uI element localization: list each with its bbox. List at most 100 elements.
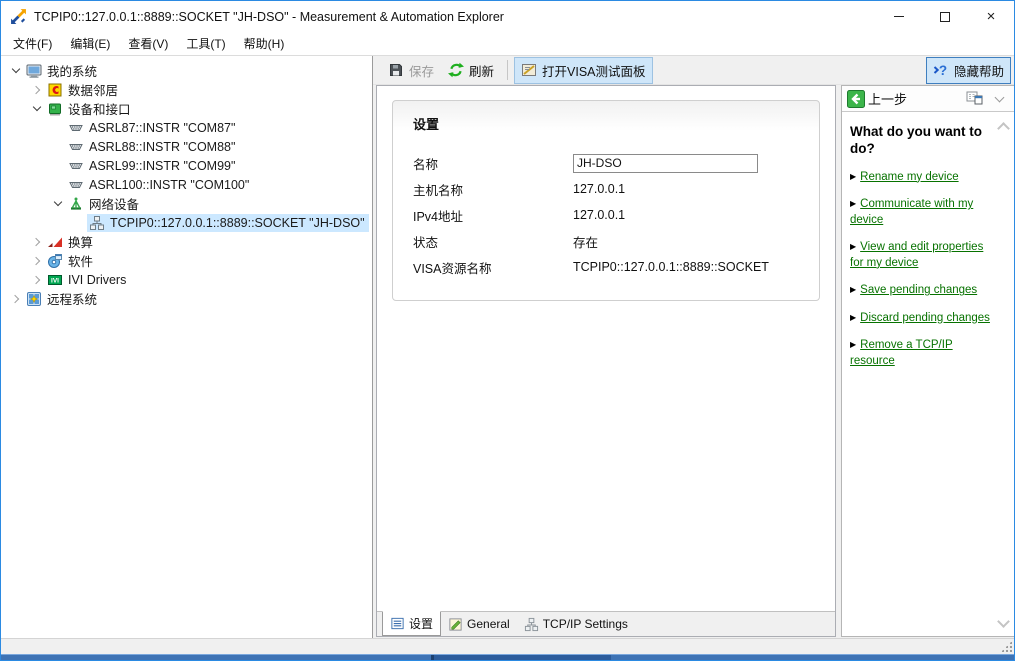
- taskbar-active-button[interactable]: [431, 655, 611, 660]
- refresh-icon: [448, 62, 464, 78]
- help-back-button[interactable]: 上一步: [847, 89, 907, 108]
- tree-expander[interactable]: [49, 195, 66, 212]
- menubar: 文件(F) 编辑(E) 查看(V) 工具(T) 帮助(H): [1, 32, 1014, 55]
- tab-settings-label: 设置: [409, 615, 433, 632]
- tree-row: 软件: [1, 251, 372, 270]
- help-link-discard-pending[interactable]: Discard pending changes: [860, 312, 990, 324]
- main-panel: 设置 名称 主机名称 127.0.0.1 IPv4地址: [376, 85, 836, 637]
- menu-view[interactable]: 查看(V): [119, 32, 177, 55]
- data-neighborhood-icon: [47, 82, 63, 98]
- tab-general-label: General: [467, 617, 510, 631]
- bullet-icon: ▶: [850, 199, 856, 208]
- help-link-item: ▶ Discard pending changes: [850, 311, 990, 327]
- maximize-icon: [940, 12, 950, 22]
- serial-port-icon: [68, 139, 84, 155]
- tab-tcpip-settings[interactable]: TCP/IP Settings: [517, 612, 635, 636]
- help-link-view-edit-properties[interactable]: View and edit properties for my device: [850, 241, 983, 269]
- tree-item-my-system[interactable]: 我的系统: [24, 60, 101, 81]
- save-button[interactable]: 保存: [381, 57, 441, 84]
- visa-panel-icon: [521, 62, 537, 78]
- tree-item-asrl88[interactable]: ASRL88::INSTR "COM88": [66, 138, 239, 156]
- tree-item-asrl87[interactable]: ASRL87::INSTR "COM87": [66, 119, 239, 137]
- tree-item-network-devices[interactable]: 网络设备: [66, 193, 143, 214]
- panel-layout-icon: [966, 91, 983, 106]
- tree-expander[interactable]: [7, 290, 24, 307]
- menu-tools[interactable]: 工具(T): [177, 32, 234, 55]
- tree-item-asrl99[interactable]: ASRL99::INSTR "COM99": [66, 157, 239, 175]
- serial-port-icon: [68, 158, 84, 174]
- menu-edit[interactable]: 编辑(E): [61, 32, 119, 55]
- help-link-rename[interactable]: Rename my device: [860, 171, 958, 183]
- settings-group-title: 设置: [413, 114, 799, 133]
- help-link-item: ▶Communicate with my device: [850, 197, 990, 228]
- status-value: 存在: [573, 232, 598, 251]
- tree-row: ASRL100::INSTR "COM100": [1, 175, 372, 194]
- help-link-save-pending[interactable]: Save pending changes: [860, 284, 977, 296]
- field-row-name: 名称: [413, 150, 799, 176]
- hostname-label: 主机名称: [413, 180, 573, 199]
- tree-item-label: 软件: [68, 251, 93, 270]
- status-label: 状态: [413, 232, 573, 251]
- max-window: TCPIP0::127.0.0.1::8889::SOCKET "JH-DSO"…: [0, 0, 1015, 661]
- tree-row: 我的系统: [1, 61, 372, 80]
- tree-row: 设备和接口: [1, 99, 372, 118]
- tab-general[interactable]: General: [441, 612, 517, 636]
- bullet-icon: ▶: [850, 313, 856, 322]
- help-link-item: ▶Remove a TCP/IP resource: [850, 338, 990, 369]
- device-name-input[interactable]: [573, 154, 758, 173]
- scroll-up-icon[interactable]: [997, 122, 1010, 135]
- help-link-communicate[interactable]: Communicate with my device: [850, 198, 973, 226]
- menu-file[interactable]: 文件(F): [4, 32, 61, 55]
- resize-grip[interactable]: [1001, 641, 1012, 652]
- tree-item-label: 换算: [68, 232, 93, 251]
- tree-expander[interactable]: [28, 271, 45, 288]
- tree-item-label: 设备和接口: [68, 99, 131, 118]
- panel-layout-button[interactable]: [966, 91, 983, 106]
- tree-item-software[interactable]: 软件: [45, 250, 97, 271]
- help-menu-chevron-icon[interactable]: [995, 92, 1005, 102]
- tab-tcpip-settings-label: TCP/IP Settings: [543, 617, 628, 631]
- tab-settings[interactable]: 设置: [382, 611, 441, 636]
- tree-expander[interactable]: [28, 81, 45, 98]
- help-header: 上一步: [842, 86, 1014, 112]
- settings-group-box: 设置 名称 主机名称 127.0.0.1 IPv4地址: [392, 100, 820, 301]
- field-row-visa-resource: VISA资源名称 TCPIP0::127.0.0.1::8889::SOCKET: [413, 254, 799, 280]
- ivi-drivers-icon: IVI: [47, 272, 63, 288]
- bullet-icon: ▶: [850, 242, 856, 251]
- open-visa-test-panel-button[interactable]: 打开VISA测试面板: [514, 57, 653, 84]
- maximize-button[interactable]: [922, 1, 968, 32]
- refresh-button[interactable]: 刷新: [441, 57, 501, 84]
- tree-expander[interactable]: [28, 252, 45, 269]
- tree-item-label: TCPIP0::127.0.0.1::8889::SOCKET "JH-DSO": [110, 216, 365, 230]
- tree-item-asrl100[interactable]: ASRL100::INSTR "COM100": [66, 176, 253, 194]
- window-title: TCPIP0::127.0.0.1::8889::SOCKET "JH-DSO"…: [34, 10, 876, 24]
- scales-icon: [47, 234, 63, 250]
- hide-help-button[interactable]: ? 隐藏帮助: [926, 57, 1011, 84]
- titlebar: TCPIP0::127.0.0.1::8889::SOCKET "JH-DSO"…: [1, 1, 1014, 32]
- visa-resource-label: VISA资源名称: [413, 258, 573, 277]
- tree-item-scales[interactable]: 换算: [45, 231, 97, 252]
- tree-item-label: 数据邻居: [68, 80, 118, 99]
- serial-port-icon: [68, 177, 84, 193]
- scroll-down-icon[interactable]: [997, 615, 1010, 628]
- tree-item-devices-interfaces[interactable]: 设备和接口: [45, 98, 135, 119]
- help-link-remove-tcpip[interactable]: Remove a TCP/IP resource: [850, 339, 953, 367]
- hide-help-label: 隐藏帮助: [954, 61, 1004, 80]
- tree-expander[interactable]: [28, 233, 45, 250]
- save-icon: [388, 62, 404, 78]
- field-row-hostname: 主机名称 127.0.0.1: [413, 176, 799, 202]
- tree-expander[interactable]: [28, 100, 45, 117]
- tree-row: ASRL88::INSTR "COM88": [1, 137, 372, 156]
- tree-item-ivi-drivers[interactable]: IVI IVI Drivers: [45, 271, 130, 289]
- tree-item-data-neighborhood[interactable]: 数据邻居: [45, 79, 122, 100]
- tree-item-remote-systems[interactable]: 远程系统: [24, 288, 101, 309]
- minimize-button[interactable]: [876, 1, 922, 32]
- menu-help[interactable]: 帮助(H): [235, 32, 294, 55]
- close-button[interactable]: ×: [968, 1, 1014, 32]
- tree-item-tcpip-device[interactable]: TCPIP0::127.0.0.1::8889::SOCKET "JH-DSO": [87, 214, 369, 232]
- help-content: What do you want to do? ▶Rename my devic…: [842, 112, 1014, 636]
- tree-item-label: ASRL87::INSTR "COM87": [89, 121, 235, 135]
- tree-expander[interactable]: [7, 62, 24, 79]
- tree-row: ASRL87::INSTR "COM87": [1, 118, 372, 137]
- general-tab-icon: [448, 617, 463, 632]
